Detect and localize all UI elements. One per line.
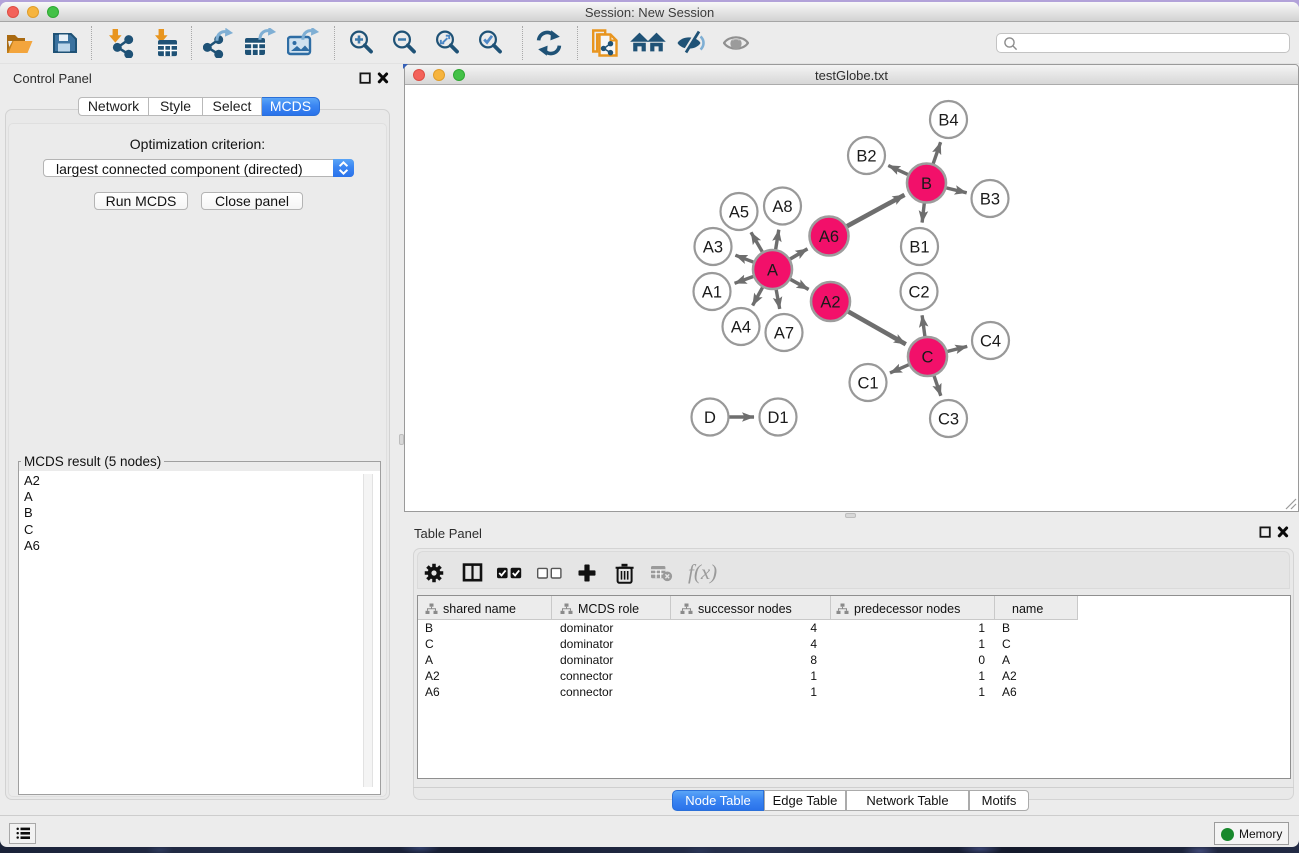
svg-text:A8: A8	[772, 198, 792, 216]
svg-text:C4: C4	[980, 332, 1001, 350]
svg-text:C: C	[922, 348, 934, 366]
svg-text:A6: A6	[819, 228, 839, 246]
svg-text:A7: A7	[774, 324, 794, 342]
svg-text:A3: A3	[703, 238, 723, 256]
svg-text:A1: A1	[702, 283, 722, 301]
svg-text:B1: B1	[909, 238, 929, 256]
svg-text:C2: C2	[908, 283, 929, 301]
svg-text:D: D	[704, 409, 716, 427]
svg-text:A: A	[767, 261, 778, 279]
svg-text:B2: B2	[856, 147, 876, 165]
svg-text:A4: A4	[731, 318, 751, 336]
svg-text:B: B	[921, 175, 932, 193]
svg-text:B3: B3	[980, 190, 1000, 208]
svg-text:C1: C1	[857, 374, 878, 392]
svg-text:A5: A5	[729, 203, 749, 221]
svg-text:A2: A2	[820, 293, 840, 311]
svg-text:B4: B4	[938, 111, 958, 129]
svg-text:C3: C3	[938, 410, 959, 428]
svg-text:D1: D1	[767, 409, 788, 427]
